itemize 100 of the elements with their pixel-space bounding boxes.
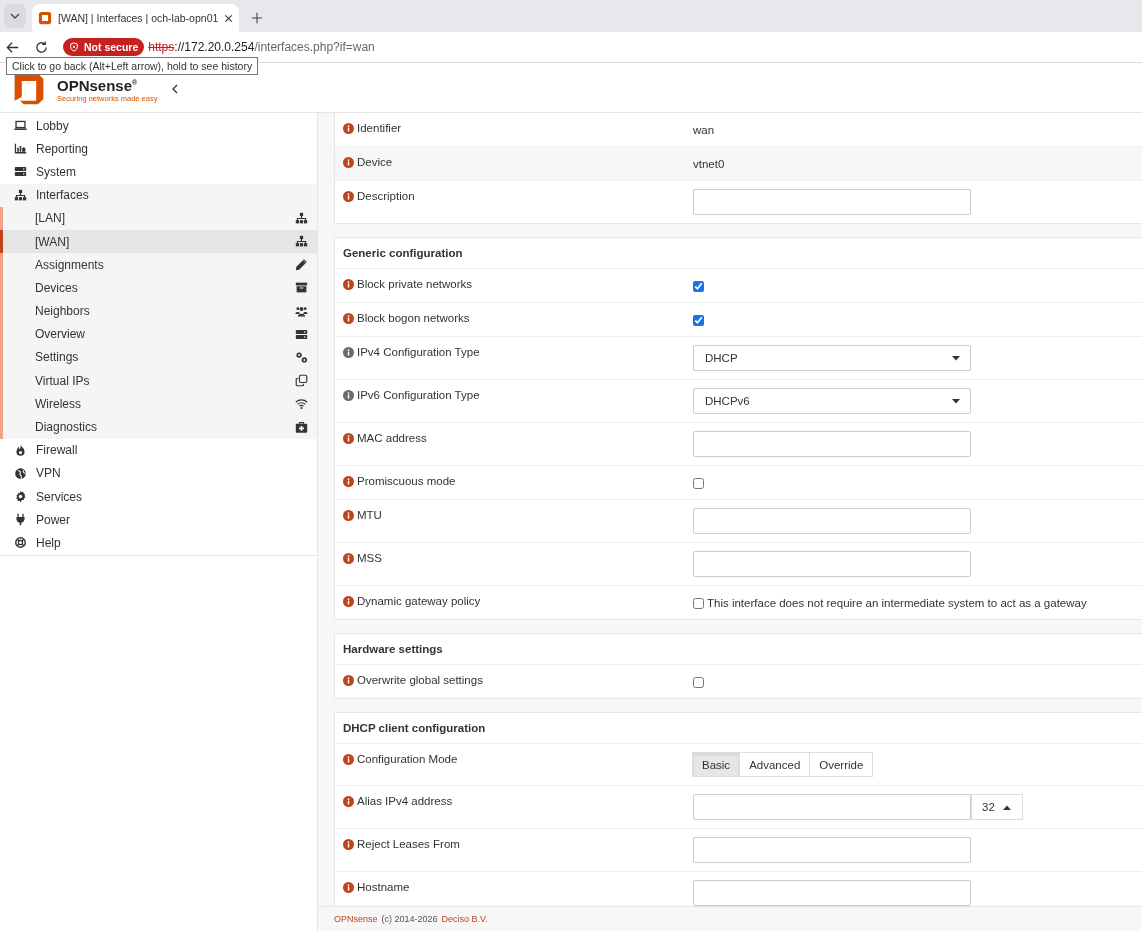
sidebar-item[interactable]: Services [0, 485, 317, 509]
brand-name: OPNsense$^{®}$ [57, 75, 139, 94]
sidebar-subitem[interactable]: Settings [3, 345, 317, 370]
field-label: Configuration Mode [357, 753, 458, 765]
info-icon[interactable] [343, 882, 354, 893]
wifi-icon [295, 397, 308, 411]
input-field[interactable] [693, 794, 971, 820]
field-value: wan [693, 123, 715, 136]
sidebar-item[interactable]: VPN [0, 461, 317, 485]
globe-icon [14, 466, 27, 480]
field-label: Dynamic gateway policy [357, 595, 481, 607]
input-field[interactable] [693, 189, 971, 215]
checkbox[interactable] [693, 315, 704, 326]
checkbox[interactable] [693, 677, 704, 688]
checkbox[interactable] [693, 281, 704, 292]
sidebar-subitem[interactable]: [WAN] [0, 229, 317, 254]
copyright-text: (c) 2014-2026 [381, 914, 438, 924]
flame-icon [14, 443, 27, 457]
input-field[interactable] [693, 508, 971, 534]
sidebar-item[interactable]: Power [0, 508, 317, 532]
gear-icon [14, 490, 27, 504]
lifebuoy-icon [14, 536, 27, 550]
new-tab-icon[interactable] [251, 12, 264, 24]
footer-link[interactable]: Deciso B.V. [441, 914, 488, 924]
sidebar-item[interactable]: System [0, 160, 317, 184]
info-icon[interactable] [343, 839, 354, 850]
checkbox[interactable] [693, 598, 704, 609]
field-label: Promiscuous mode [357, 475, 456, 487]
sidebar-subitem[interactable]: Wireless [3, 392, 317, 416]
info-icon[interactable] [343, 123, 354, 134]
sidebar-item[interactable]: Lobby [0, 114, 317, 138]
sidebar-subitem[interactable]: Overview [3, 322, 317, 346]
sidebar-subitem[interactable]: [LAN] [3, 206, 317, 230]
checkbox-label: This interface does not require an intermediate system to act as a gateway [707, 596, 1087, 609]
field-label: MSS [357, 552, 382, 564]
collapse-chevron-icon[interactable] [171, 82, 180, 95]
input-field[interactable] [693, 431, 971, 457]
info-icon[interactable] [343, 476, 354, 487]
archive-box-icon [295, 281, 308, 295]
field-label: Identifier [357, 122, 402, 134]
info-icon[interactable] [343, 510, 354, 521]
browser-tab[interactable]: [WAN] | Interfaces | och-lab-opn01 [32, 4, 240, 32]
field-label: Reject Leases From [357, 838, 460, 850]
field-label: Description [357, 190, 415, 202]
info-icon[interactable] [343, 157, 354, 168]
input-field[interactable] [693, 551, 971, 577]
info-icon[interactable] [343, 347, 354, 358]
field-label: MTU [357, 509, 382, 521]
copy-icon [295, 374, 308, 388]
dropdown[interactable]: DHCPv6 [693, 388, 971, 414]
info-icon[interactable] [343, 596, 354, 607]
sidebar-subitem[interactable]: Diagnostics [3, 415, 317, 439]
sitemap-icon [14, 188, 27, 202]
info-icon[interactable] [343, 279, 354, 290]
field-label: MAC address [357, 432, 427, 444]
back-arrow-icon[interactable] [5, 39, 20, 55]
mode-toggle-button[interactable]: Advanced [739, 752, 811, 777]
sidebar-item[interactable]: Reporting [0, 137, 317, 161]
sitemap-icon [295, 211, 308, 225]
sidebar-subitem[interactable]: Devices [3, 276, 317, 300]
info-icon[interactable] [343, 390, 354, 401]
footer-link[interactable]: OPNsense [334, 914, 378, 924]
info-icon[interactable] [343, 553, 354, 564]
input-field[interactable] [693, 880, 971, 906]
reload-icon[interactable] [34, 39, 49, 55]
info-icon[interactable] [343, 313, 354, 324]
server-icon [295, 327, 308, 341]
field-label: Overwrite global settings [357, 674, 483, 686]
field-label: IPv6 Configuration Type [357, 389, 480, 401]
sitemap-icon [295, 235, 308, 249]
info-icon[interactable] [343, 191, 354, 202]
url-text[interactable]: https://172.20.0.254/interfaces.php?if=wan [148, 40, 375, 54]
sidebar-item[interactable]: Firewall [0, 438, 317, 462]
sidebar-item[interactable]: Help [0, 531, 317, 555]
input-field[interactable] [693, 837, 971, 863]
section-title: DHCP client configuration [335, 713, 1142, 744]
info-icon[interactable] [343, 754, 354, 765]
info-icon[interactable] [343, 796, 354, 807]
field-label: Alias IPv4 address [357, 795, 453, 807]
close-icon[interactable] [224, 13, 234, 23]
tooltip: Click to go back (Alt+Left arrow), hold to see history [6, 57, 259, 75]
mode-toggle-button[interactable]: Override [809, 752, 874, 777]
sidebar-subitem[interactable]: Neighbors [3, 299, 317, 323]
bar-chart-icon [14, 142, 27, 156]
field-value: vtnet0 [693, 157, 725, 170]
prefix-dropdown[interactable]: 32 [971, 794, 1023, 820]
mode-toggle-button[interactable]: Basic [692, 752, 741, 777]
sidebar-subitem[interactable]: Virtual IPs [3, 369, 317, 393]
server-icon [14, 165, 27, 179]
not-secure-badge[interactable]: Not secure [63, 38, 145, 56]
caret-down-icon [952, 355, 960, 361]
info-icon[interactable] [343, 433, 354, 444]
dropdown[interactable]: DHCP [693, 345, 971, 371]
sidebar-subitem[interactable]: Assignments [3, 253, 317, 277]
caret-down-icon [952, 398, 960, 404]
checkbox[interactable] [693, 478, 704, 489]
field-label: Device [357, 156, 393, 168]
info-icon[interactable] [343, 675, 354, 686]
field-label: Block private networks [357, 278, 473, 290]
laptop-icon [14, 119, 27, 133]
